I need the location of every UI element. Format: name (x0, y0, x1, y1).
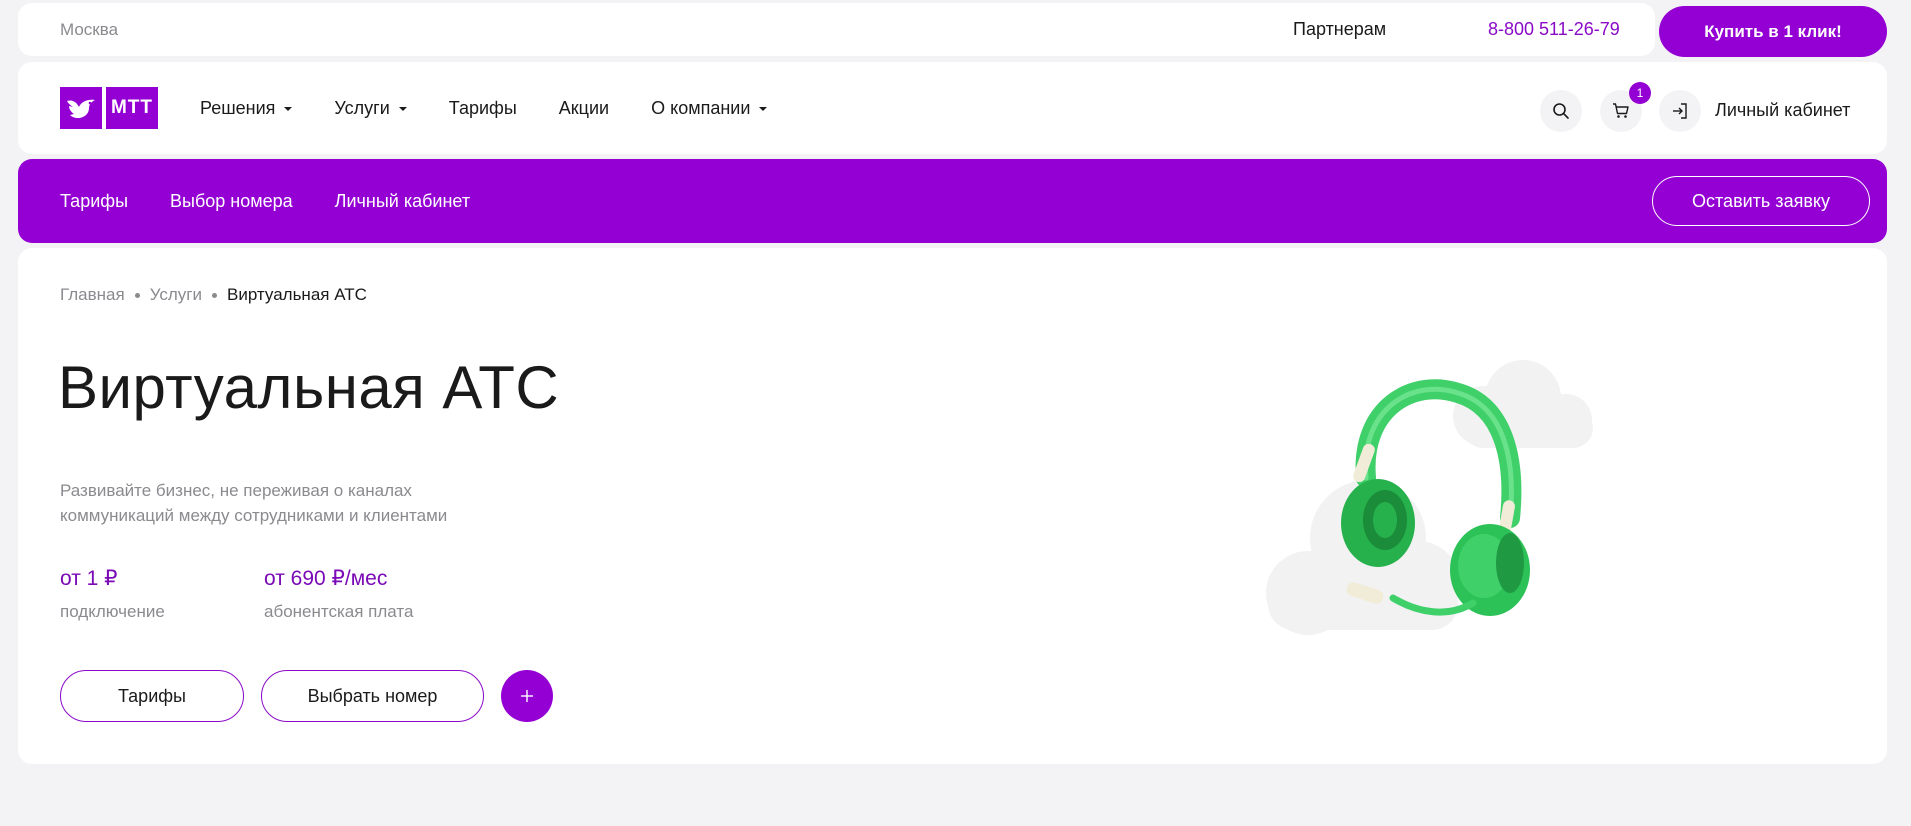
price-connection: от 1 ₽ подключение (60, 566, 165, 622)
breadcrumb-home[interactable]: Главная (60, 285, 125, 305)
page-description: Развивайте бизнес, не переживая о канала… (60, 481, 448, 525)
logo[interactable]: МТТ (60, 87, 158, 129)
choose-number-button[interactable]: Выбрать номер (261, 670, 484, 722)
nav-item-label: Акции (558, 97, 610, 118)
phone-link[interactable]: 8-800 511-26-79 (1488, 19, 1620, 40)
login-icon (1673, 103, 1687, 119)
cart-count-badge: 1 (1629, 82, 1651, 104)
nav-item-tariffs[interactable]: Тарифы (449, 98, 517, 119)
nav-item-label: О компании (651, 97, 751, 118)
price-subscription: от 690 ₽/мес абонентская плата (264, 566, 413, 622)
price-value: от 690 ₽/мес (264, 567, 388, 590)
hero-section: Главная Услуги Виртуальная АТС Виртуальн… (18, 248, 1887, 764)
price-label: абонентская плата (264, 602, 414, 621)
caret-down-icon (398, 107, 407, 111)
nav-item-label: Услуги (334, 97, 390, 118)
section-nav: Тарифы Выбор номера Личный кабинет (60, 159, 512, 243)
nav-item-promotions[interactable]: Акции (559, 98, 609, 119)
breadcrumb-separator (134, 292, 140, 298)
nav-item-services[interactable]: Услуги (334, 97, 407, 119)
more-button[interactable] (501, 670, 553, 722)
search-icon (1553, 103, 1569, 119)
nav-item-solutions[interactable]: Решения (200, 97, 293, 119)
page-title: Виртуальная АТС (58, 354, 560, 421)
cart-button[interactable]: 1 (1600, 82, 1651, 132)
main-nav: Решения Услуги Тарифы Акции О компании (200, 62, 809, 154)
buy-one-click-button[interactable]: Купить в 1 клик! (1659, 6, 1887, 57)
nav-item-about[interactable]: О компании (651, 97, 768, 119)
leave-request-button[interactable]: Оставить заявку (1652, 176, 1870, 226)
cart-icon (1613, 103, 1629, 118)
main-header: МТТ Решения Услуги Тарифы Акции О компан… (18, 62, 1887, 154)
breadcrumb-services[interactable]: Услуги (150, 285, 202, 305)
section-link-tariffs[interactable]: Тарифы (60, 191, 128, 212)
city-selector[interactable]: Москва (60, 20, 118, 40)
caret-down-icon (284, 107, 293, 111)
nav-item-label: Решения (200, 97, 276, 118)
top-bar: Москва Партнерам 8-800 511-26-79 (18, 3, 1655, 56)
breadcrumb-separator (212, 292, 217, 298)
price-value: от 1 ₽ (60, 567, 118, 590)
headset-illustration (1266, 360, 1593, 635)
caret-down-icon (759, 107, 768, 111)
section-link-cabinet[interactable]: Личный кабинет (335, 191, 470, 212)
section-nav-band: Тарифы Выбор номера Личный кабинет Остав… (18, 159, 1887, 243)
search-button[interactable] (1540, 90, 1582, 132)
nav-item-label: Тарифы (448, 97, 517, 118)
plus-icon (521, 690, 533, 702)
section-link-number-choice[interactable]: Выбор номера (170, 191, 293, 212)
partners-link[interactable]: Партнерам (1293, 19, 1386, 40)
breadcrumb-current: Виртуальная АТС (227, 285, 367, 304)
login-button[interactable] (1659, 90, 1701, 132)
breadcrumb: Главная Услуги Виртуальная АТС (60, 285, 367, 305)
logo-text: МТТ (106, 87, 158, 129)
tariffs-button[interactable]: Тарифы (60, 670, 244, 722)
price-label: подключение (60, 602, 165, 621)
bird-logo-icon (60, 87, 102, 129)
personal-cabinet-link[interactable]: Личный кабинет (1715, 100, 1850, 121)
